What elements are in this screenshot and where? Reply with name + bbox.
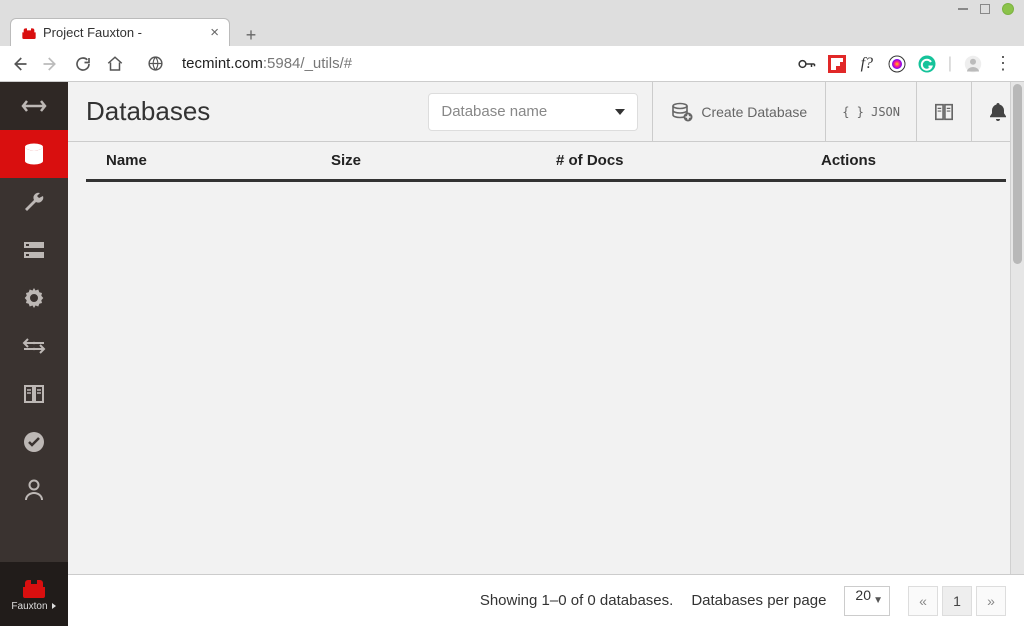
sidebar: Fauxton bbox=[0, 82, 68, 626]
profile-icon[interactable] bbox=[964, 55, 982, 73]
main-content: Databases Database name Create Database … bbox=[68, 82, 1024, 626]
tab-favicon-icon bbox=[21, 27, 35, 39]
user-icon bbox=[24, 479, 44, 501]
column-size: Size bbox=[331, 152, 556, 169]
arrows-horizontal-icon bbox=[21, 97, 47, 115]
json-label: { } JSON bbox=[842, 105, 900, 119]
sidebar-item-config[interactable] bbox=[0, 274, 68, 322]
window-close-icon[interactable] bbox=[1002, 3, 1014, 15]
tasks-icon bbox=[22, 240, 46, 260]
globe-icon bbox=[147, 55, 164, 72]
extension-circle-icon[interactable] bbox=[888, 55, 906, 73]
reload-icon bbox=[74, 55, 92, 73]
column-docs: # of Docs bbox=[556, 152, 781, 169]
arrow-left-icon bbox=[10, 55, 28, 73]
address-bar: tecmint.com:5984/_utils/# f? | ⋮ bbox=[0, 46, 1024, 82]
tab-close-icon[interactable]: × bbox=[210, 24, 219, 41]
replication-icon bbox=[20, 337, 48, 355]
scrollbar-thumb[interactable] bbox=[1013, 84, 1022, 264]
sidebar-item-docs[interactable] bbox=[0, 370, 68, 418]
window-maximize-icon[interactable] bbox=[980, 4, 990, 14]
check-circle-icon bbox=[22, 430, 46, 454]
sidebar-item-tasks[interactable] bbox=[0, 226, 68, 274]
pagination: « 1 » bbox=[908, 586, 1006, 616]
grammarly-icon[interactable] bbox=[918, 55, 936, 73]
table-header: Name Size # of Docs Actions bbox=[86, 142, 1006, 182]
home-button[interactable] bbox=[104, 53, 126, 75]
window-controls bbox=[0, 0, 1024, 18]
sidebar-item-setup[interactable] bbox=[0, 178, 68, 226]
bell-icon bbox=[988, 101, 1008, 123]
back-button[interactable] bbox=[8, 53, 30, 75]
gear-icon bbox=[22, 286, 46, 310]
browser-tab[interactable]: Project Fauxton - × bbox=[10, 18, 230, 46]
arrow-right-icon bbox=[42, 55, 60, 73]
page-title: Databases bbox=[86, 96, 210, 127]
column-name: Name bbox=[106, 152, 331, 169]
table-body-empty bbox=[68, 182, 1024, 574]
site-info-icon[interactable] bbox=[144, 53, 166, 75]
home-icon bbox=[106, 55, 124, 73]
brand-label: Fauxton bbox=[11, 601, 47, 612]
key-icon[interactable] bbox=[798, 55, 816, 73]
new-tab-button[interactable]: + bbox=[240, 24, 262, 46]
sidebar-item-databases[interactable] bbox=[0, 130, 68, 178]
create-database-label: Create Database bbox=[701, 104, 807, 120]
caret-down-icon: ▼ bbox=[873, 595, 883, 606]
page-next-button[interactable]: » bbox=[976, 586, 1006, 616]
tab-strip: Project Fauxton - × + bbox=[0, 18, 1024, 46]
url-host: tecmint.com bbox=[182, 55, 263, 72]
forward-button[interactable] bbox=[40, 53, 62, 75]
page-header: Databases Database name Create Database … bbox=[68, 82, 1024, 142]
fontface-icon[interactable]: f? bbox=[858, 55, 876, 73]
docs-button[interactable] bbox=[916, 82, 971, 142]
book-open-icon bbox=[933, 102, 955, 122]
scrollbar[interactable] bbox=[1010, 82, 1024, 574]
couch-icon bbox=[20, 577, 48, 599]
url-display[interactable]: tecmint.com:5984/_utils/# bbox=[176, 55, 788, 72]
app-root: Fauxton Databases Database name Create D… bbox=[0, 82, 1024, 626]
page-current[interactable]: 1 bbox=[942, 586, 972, 616]
sidebar-brand[interactable]: Fauxton bbox=[0, 562, 68, 626]
sidebar-item-collapse[interactable] bbox=[0, 82, 68, 130]
kebab-menu-icon[interactable]: ⋮ bbox=[994, 55, 1012, 73]
url-path: :5984/_utils/# bbox=[263, 55, 352, 72]
per-page-label: Databases per page bbox=[691, 592, 826, 609]
sidebar-item-verify[interactable] bbox=[0, 418, 68, 466]
wrench-icon bbox=[22, 190, 46, 214]
database-plus-icon bbox=[671, 102, 693, 122]
per-page-select[interactable]: 20 ▼ bbox=[844, 586, 890, 616]
sidebar-item-user[interactable] bbox=[0, 466, 68, 514]
column-actions: Actions bbox=[781, 152, 986, 169]
flipboard-icon[interactable] bbox=[828, 55, 846, 73]
tab-title: Project Fauxton - bbox=[43, 25, 142, 40]
caret-down-icon bbox=[615, 109, 625, 115]
page-prev-button[interactable]: « bbox=[908, 586, 938, 616]
chevron-right-icon bbox=[51, 603, 57, 609]
toolbar-icons: f? | ⋮ bbox=[798, 55, 1012, 73]
per-page-value: 20 bbox=[855, 587, 871, 603]
reload-button[interactable] bbox=[72, 53, 94, 75]
sidebar-item-replication[interactable] bbox=[0, 322, 68, 370]
book-icon bbox=[22, 383, 46, 405]
window-minimize-icon[interactable] bbox=[958, 8, 968, 10]
create-database-button[interactable]: Create Database bbox=[652, 82, 825, 142]
database-icon bbox=[22, 142, 46, 166]
json-button[interactable]: { } JSON bbox=[825, 82, 916, 142]
database-search-dropdown[interactable]: Database name bbox=[428, 93, 638, 131]
footer: Showing 1–0 of 0 databases. Databases pe… bbox=[68, 574, 1024, 626]
search-placeholder: Database name bbox=[441, 103, 547, 120]
showing-text: Showing 1–0 of 0 databases. bbox=[480, 592, 673, 609]
